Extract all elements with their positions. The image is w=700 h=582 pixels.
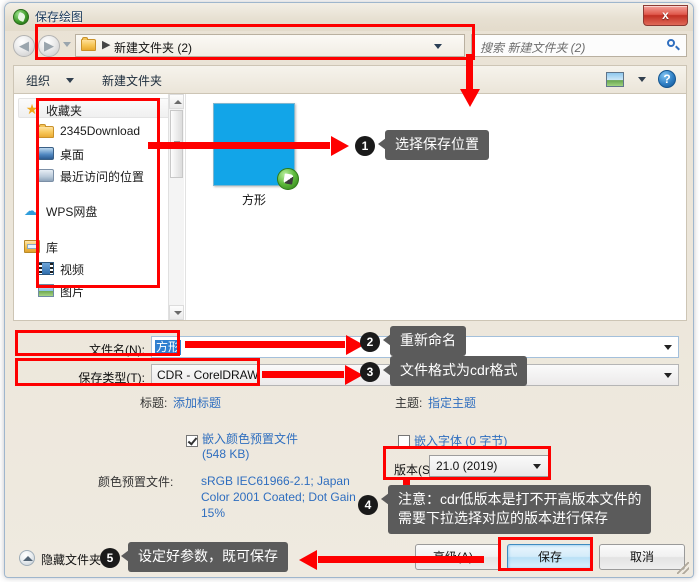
subject-field-label: 主题: [395,396,423,410]
filetype-chevron-down-icon[interactable] [664,373,672,378]
version-chevron-down-icon[interactable] [533,464,541,469]
sidebar-item-label: 视频 [60,263,85,277]
file-name-label: 方形 [241,193,266,207]
address-bar[interactable]: ▶ 新建文件夹 (2) [75,34,465,57]
picture-icon [38,284,54,297]
hide-folders-chevron-up-icon[interactable] [19,550,35,566]
annotation-badge-1: 1 [355,136,375,156]
back-button[interactable]: ◀ [13,35,35,57]
forward-arrow-icon: ▶ [44,38,54,53]
back-arrow-icon: ◀ [19,38,29,53]
coreldraw-app-icon [13,9,29,25]
sidebar-item-label: 图片 [60,285,85,299]
folder-icon [38,124,54,138]
file-thumbnail [213,103,299,190]
sidebar-item-label: 收藏夹 [46,104,83,118]
title-field-label: 标题: [140,396,168,410]
annotation-badge-4: 4 [358,495,378,515]
resize-grip[interactable] [677,562,689,574]
file-item[interactable]: 方形 [208,103,300,208]
cancel-button[interactable]: 取消 [599,544,685,570]
forward-button[interactable]: ▶ [38,35,60,57]
recent-locations-chevron-down-icon[interactable] [63,42,71,47]
dialog-title: 保存绘图 [35,10,84,24]
scroll-down-arrow-icon[interactable] [169,305,184,320]
new-folder-button[interactable]: 新建文件夹 [102,72,162,89]
annotation-callout-4: 注意：cdr低版本是打不开高版本文件的 需要下拉选择对应的版本进行保存 [380,485,652,534]
organize-chevron-down-icon[interactable] [66,78,74,83]
scrollbar-thumb[interactable] [170,110,183,178]
title-bar: 保存绘图 x [5,3,693,31]
filename-value: 方形 [155,340,182,355]
scroll-up-arrow-icon[interactable] [169,94,184,109]
annotation-callout-1: 选择保存位置 [378,130,489,160]
annotation-badge-2: 2 [360,332,380,352]
embed-color-profile-label[interactable]: 嵌入颜色预置文件 (548 KB) [202,432,312,462]
breadcrumb-separator-icon: ▶ [102,39,111,51]
view-mode-chevron-down-icon[interactable] [638,77,646,82]
annotation-callout-2: 重新命名 [383,326,466,356]
hide-folders-button[interactable]: 隐藏文件夹 [41,551,101,568]
annotation-badge-5: 5 [100,548,120,568]
search-placeholder: 搜索 新建文件夹 (2) [480,41,586,55]
filename-label: 文件名(N): [89,343,145,357]
favorites-header-background [18,98,176,118]
annotation-callout-3: 文件格式为cdr格式 [382,356,528,386]
version-select[interactable]: 21.0 (2019) [429,455,549,477]
advanced-button[interactable]: 高级(A)... [415,544,501,570]
color-profile-label: 颜色预置文件: [98,475,174,489]
color-profile-value[interactable]: sRGB IEC61966-2.1; Japan Color 2001 Coat… [201,473,371,521]
organize-menu-button[interactable]: 组织 [26,72,50,89]
file-list-pane: 方形 [185,94,686,320]
library-icon [24,240,40,253]
pencil-edit-badge-icon [277,168,299,190]
view-mode-icon[interactable] [606,72,624,87]
cloud-icon: ☁ [24,203,37,218]
embed-font-checkbox[interactable] [398,435,410,447]
search-icon [666,38,680,52]
navigation-pane: ★ 收藏夹 2345Download 桌面 最近访问的位置 ☁ WPS网盘 库 … [14,94,184,320]
sidebar-item-label: 桌面 [60,148,85,162]
filetype-value: CDR - CorelDRAW [157,368,259,382]
sidebar-item-label: 库 [46,241,59,255]
folder-icon [81,37,96,51]
star-icon: ★ [25,101,39,117]
explorer-toolbar: 组织 新建文件夹 ? [13,65,687,93]
navigation-pane-scrollbar[interactable] [168,94,184,320]
filename-chevron-down-icon[interactable] [664,345,672,350]
help-icon[interactable]: ? [658,70,676,88]
embed-color-profile-checkbox[interactable] [186,435,198,447]
recent-places-icon [38,169,54,182]
save-button[interactable]: 保存 [507,544,593,570]
file-browser-area: ★ 收藏夹 2345Download 桌面 最近访问的位置 ☁ WPS网盘 库 … [13,93,687,321]
video-icon [38,262,54,275]
annotation-badge-3: 3 [360,362,380,382]
sidebar-item-label: 最近访问的位置 [60,170,145,184]
search-input[interactable]: 搜索 新建文件夹 (2) [471,34,687,57]
version-value: 21.0 (2019) [436,459,498,473]
subject-field-value[interactable]: 指定主题 [428,394,476,411]
address-chevron-down-icon[interactable] [434,44,442,49]
breadcrumb-path[interactable]: 新建文件夹 (2) [114,39,192,56]
desktop-icon [38,147,54,160]
close-button[interactable]: x [643,5,688,26]
sidebar-item-label: 2345Download [60,124,141,138]
embed-font-label[interactable]: 嵌入字体 (0 字节) [414,432,507,449]
sidebar-item-label: WPS网盘 [46,205,98,219]
address-row: ◀ ▶ ▶ 新建文件夹 (2) ↯ 搜索 新建文件夹 (2) [13,33,687,59]
annotation-callout-5: 设定好参数，既可保存 [121,542,288,572]
title-field-value[interactable]: 添加标题 [173,394,221,411]
filetype-label: 保存类型(T): [78,371,145,385]
